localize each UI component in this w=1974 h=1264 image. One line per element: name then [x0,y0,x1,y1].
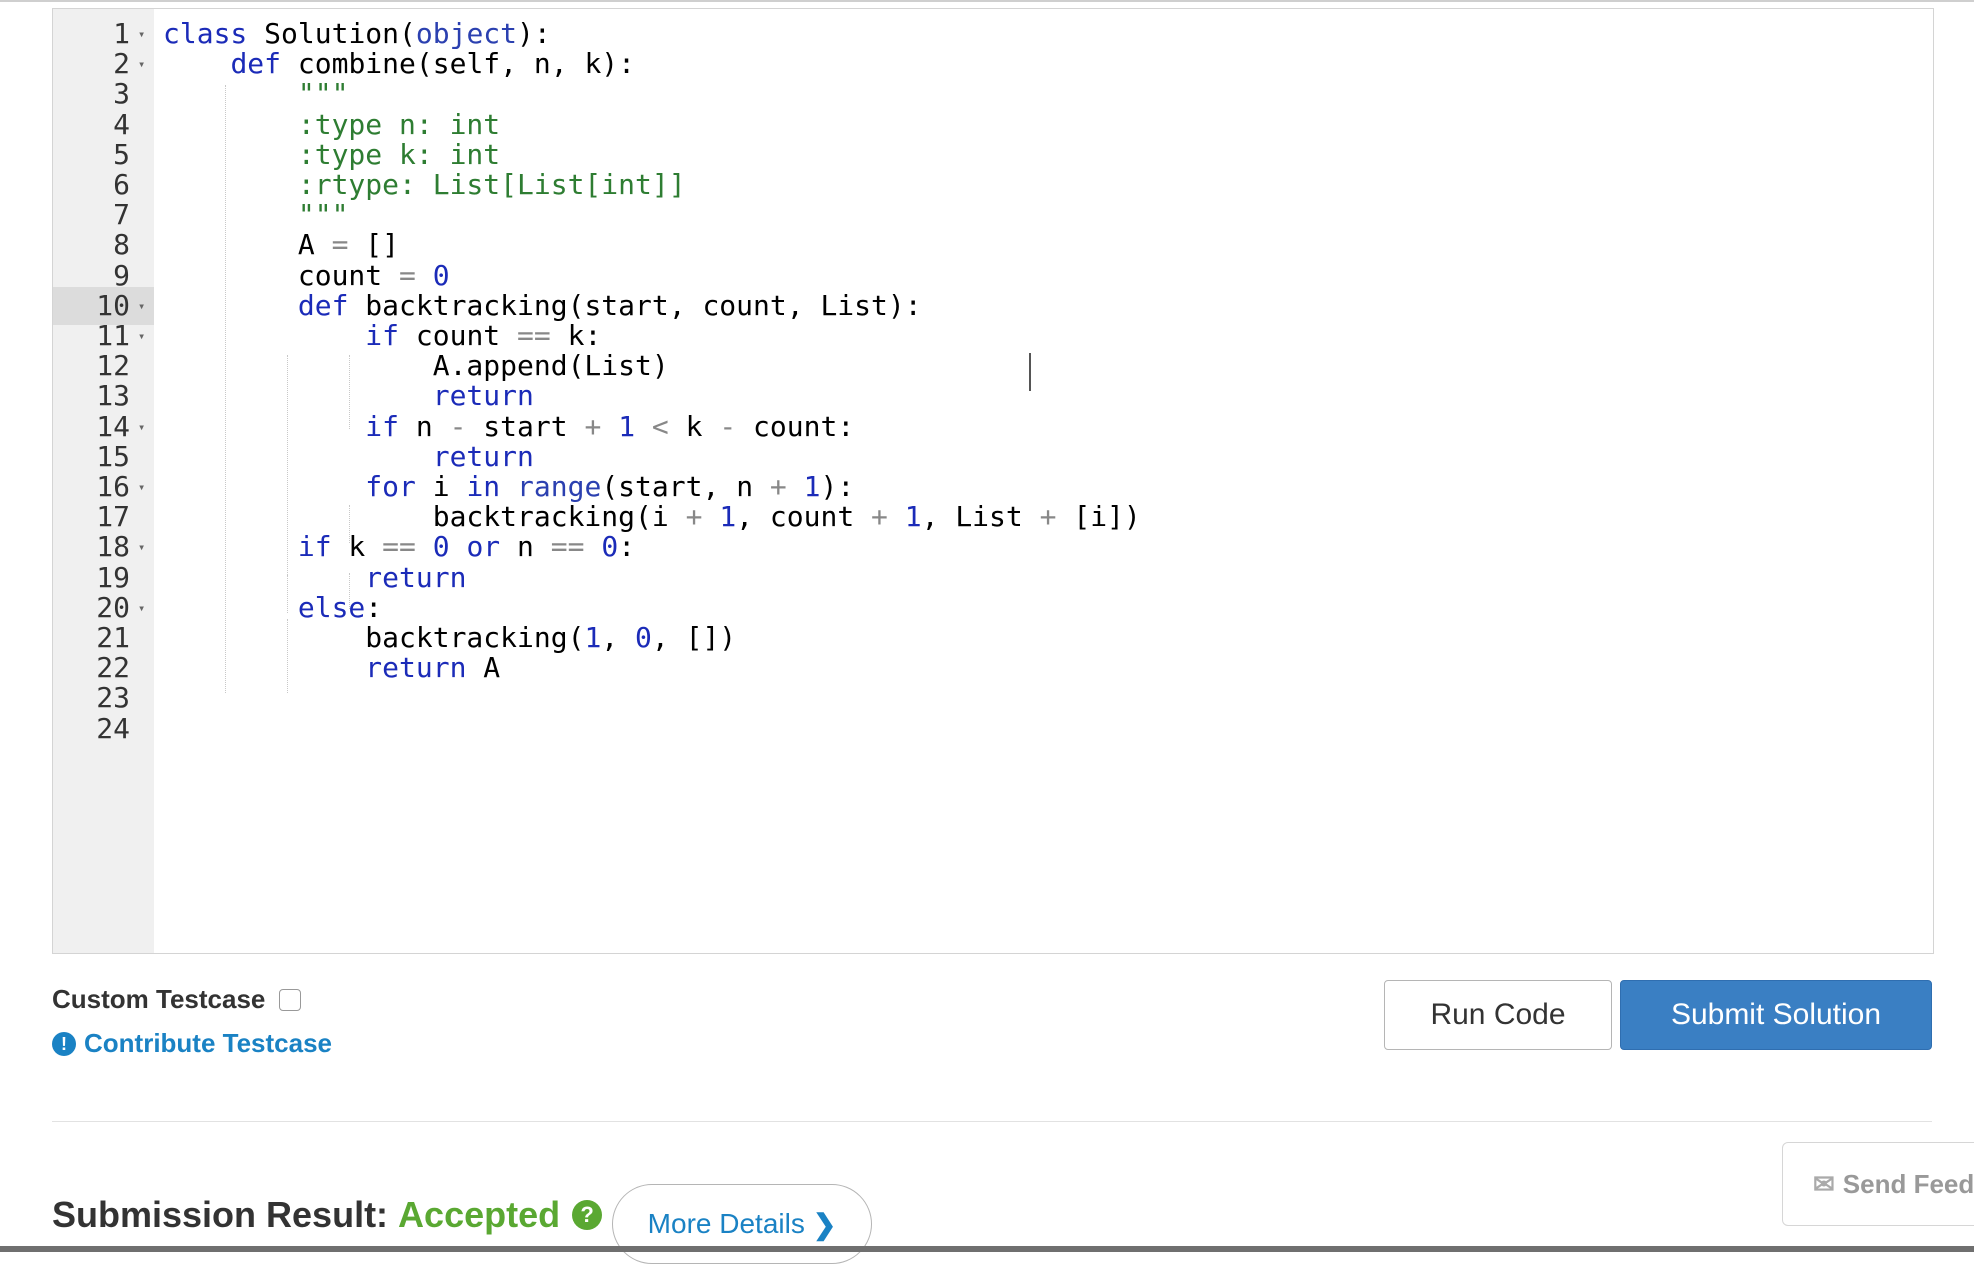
code-token: , List [921,500,1040,534]
code-token: + [685,500,703,534]
submission-result-label: Submission Result: [52,1194,389,1235]
code-line[interactable]: return A [163,649,500,687]
code-token: [i]) [1056,500,1141,534]
code-token: 1 [618,409,636,443]
send-feedback-button[interactable]: ✉ Send Feedback [1782,1142,1974,1226]
more-details-label: More Details [647,1208,805,1239]
code-token: , []) [651,621,737,654]
custom-testcase: Custom Testcase [52,984,302,1015]
more-details-button[interactable]: More Details ❯ [612,1184,872,1264]
code-token: < [651,409,669,443]
mail-icon: ✉ [1813,1168,1835,1199]
code-token: + [871,500,888,534]
chevron-right-icon: ❯ [812,1208,837,1240]
line-number-text: 24 [96,711,130,745]
code-token: 1 [584,621,602,654]
top-divider [0,0,1974,2]
contribute-testcase-link[interactable]: ! Contribute Testcase [52,1028,332,1059]
help-icon[interactable]: ? [572,1200,603,1230]
custom-testcase-checkbox[interactable] [279,988,302,1011]
send-feedback-label: Send Feedback [1842,1168,1974,1199]
code-token: : [618,530,636,564]
submit-solution-button[interactable]: Submit Solution [1620,980,1932,1050]
code-token: count: [736,409,855,443]
bottom-strip [0,1246,1974,1252]
custom-testcase-label: Custom Testcase [52,984,266,1014]
code-token: return [365,651,467,685]
code-token: k [668,409,720,443]
code-token: + [1039,500,1057,534]
contribute-testcase-label: Contribute Testcase [84,1028,333,1058]
code-token: 0 [601,530,619,564]
code-token: 1 [904,500,922,534]
code-token: == [550,530,585,564]
code-area[interactable]: class Solution(object): def combine(self… [163,9,1933,953]
code-token: - [719,409,737,443]
code-token: , count [736,500,872,534]
code-token: or [466,530,501,564]
code-editor[interactable]: 1 ▾ 2 ▾ 3 4 5 6 7 8 9 10 ▾ 11 ▾ 12 13 14 ▾ 15 16 ▾ 17 18 ▾ 19 20 ▾ 2… [52,8,1934,954]
code-token: :rtype: List[List[int]] [297,168,686,201]
submission-result: Submission Result: Accepted ? [52,1194,603,1236]
info-icon: ! [52,1031,76,1056]
code-token: n [500,530,551,564]
run-code-button[interactable]: Run Code [1384,980,1612,1050]
code-token: A [466,651,501,685]
code-token: , [601,621,636,654]
code-token: 0 [635,621,652,654]
code-token: 1 [719,500,737,534]
submission-status: Accepted [398,1194,561,1235]
line-number: 24 [53,710,154,748]
code-token: + [584,409,602,443]
section-divider [52,1121,1932,1122]
line-number-gutter: 1 ▾ 2 ▾ 3 4 5 6 7 8 9 10 ▾ 11 ▾ 12 13 14 ▾ 15 16 ▾ 17 18 ▾ 19 20 ▾ 2… [53,9,154,953]
text-cursor [1029,353,1031,391]
